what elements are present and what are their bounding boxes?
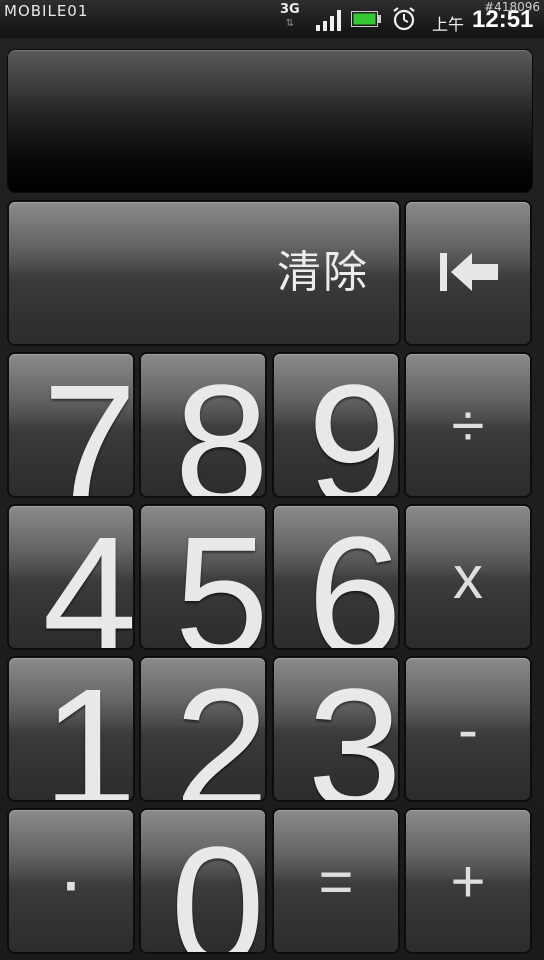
digit-label: 9 — [307, 354, 398, 496]
digit-label: 5 — [174, 506, 265, 648]
equals-label: = — [318, 847, 354, 915]
alarm-icon — [393, 7, 415, 31]
clear-label: 清除 — [277, 247, 369, 298]
decimal-label: · — [57, 836, 85, 925]
subtract-button[interactable]: - — [406, 658, 530, 800]
network-indicator: 3G ⇅ — [280, 3, 300, 31]
status-time: 12:51 — [472, 6, 534, 33]
add-button[interactable]: + — [406, 810, 530, 952]
backspace-icon — [440, 253, 498, 291]
status-bar: MOBILE01 #418096 3G ⇅ 上午 12:51 — [0, 0, 544, 38]
digit-label: 4 — [42, 506, 133, 648]
digit-label: 1 — [42, 658, 133, 800]
calculator-app: MOBILE01 #418096 3G ⇅ 上午 12:51 清除 7 8 9 … — [0, 0, 544, 960]
digit-3-button[interactable]: 3 — [274, 658, 398, 800]
digit-label: 2 — [174, 658, 265, 800]
subtract-label: - — [458, 695, 478, 763]
digit-5-button[interactable]: 5 — [141, 506, 265, 648]
digit-label: 7 — [42, 354, 133, 496]
digit-4-button[interactable]: 4 — [9, 506, 133, 648]
digit-1-button[interactable]: 1 — [9, 658, 133, 800]
signal-icon — [316, 10, 341, 31]
multiply-button[interactable]: x — [406, 506, 530, 648]
digit-9-button[interactable]: 9 — [274, 354, 398, 496]
battery-icon — [351, 11, 381, 27]
data-arrows-icon: ⇅ — [285, 18, 295, 29]
network-type: 3G — [280, 2, 300, 17]
result-display — [8, 50, 532, 192]
multiply-label: x — [453, 543, 483, 611]
digit-2-button[interactable]: 2 — [141, 658, 265, 800]
digit-label: 6 — [307, 506, 398, 648]
carrier-logo: MOBILE01 — [4, 2, 89, 20]
digit-label: 0 — [170, 812, 265, 952]
digit-8-button[interactable]: 8 — [141, 354, 265, 496]
digit-label: 8 — [174, 354, 265, 496]
digit-label: 3 — [307, 658, 398, 800]
add-label: + — [450, 847, 486, 915]
divide-button[interactable]: ÷ — [406, 354, 530, 496]
clear-button[interactable]: 清除 — [9, 202, 399, 344]
digit-6-button[interactable]: 6 — [274, 506, 398, 648]
divide-label: ÷ — [451, 391, 485, 459]
digit-7-button[interactable]: 7 — [9, 354, 133, 496]
equals-button[interactable]: = — [274, 810, 398, 952]
backspace-button[interactable] — [406, 202, 530, 344]
decimal-button[interactable]: · — [9, 810, 133, 952]
ampm-label: 上午 — [432, 15, 465, 34]
digit-0-button[interactable]: 0 — [141, 810, 265, 952]
